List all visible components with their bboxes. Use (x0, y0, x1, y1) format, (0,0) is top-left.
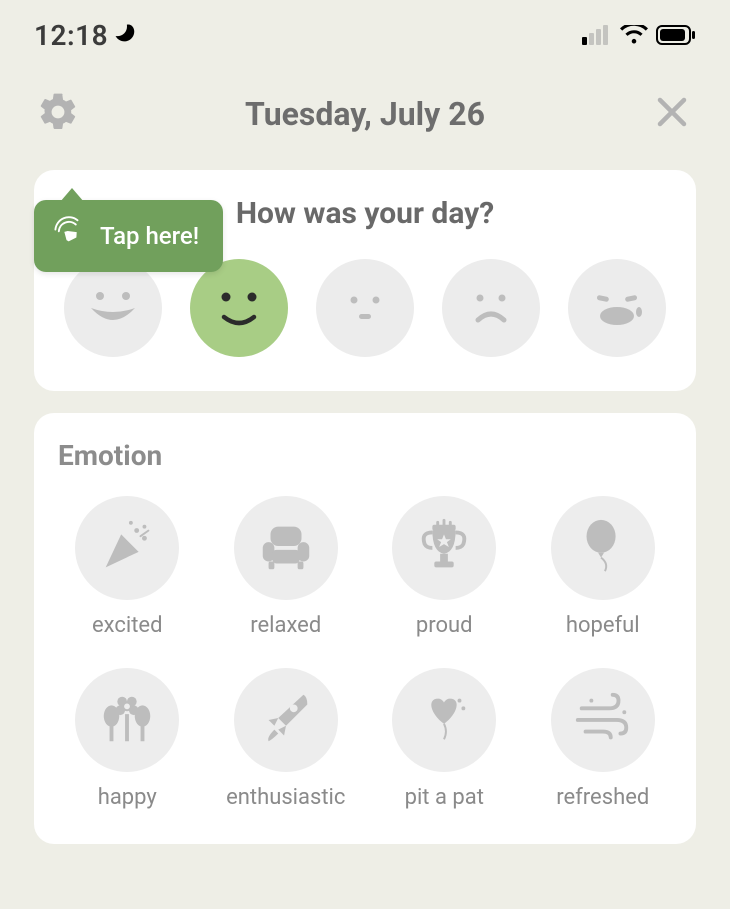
heart-balloon-icon (413, 687, 475, 753)
status-bar: 12:18 (0, 0, 730, 62)
emotion-item-hopeful[interactable]: hopeful (538, 496, 668, 638)
emotion-grid: excited relaxed (58, 496, 672, 810)
mood-row (58, 259, 672, 357)
tap-icon (52, 216, 86, 256)
emotion-label: pit a pat (405, 786, 484, 810)
flowers-icon (96, 687, 158, 753)
status-left: 12:18 (34, 19, 136, 52)
party-popper-icon (96, 515, 158, 581)
emotion-label: excited (92, 614, 163, 638)
emotion-label: proud (416, 614, 473, 638)
cellular-icon (582, 25, 612, 45)
emotion-card: Emotion excited (34, 413, 696, 844)
settings-button[interactable] (34, 90, 82, 138)
header: Tuesday, July 26 (0, 62, 730, 148)
close-icon (654, 94, 690, 134)
do-not-disturb-icon (114, 22, 136, 48)
status-time: 12:18 (34, 19, 108, 52)
emotion-label: enthusiastic (226, 786, 345, 810)
mood-option-neutral[interactable] (316, 259, 414, 357)
tooltip-text: Tap here! (100, 222, 199, 250)
emotion-label: refreshed (556, 786, 649, 810)
mood-option-great[interactable] (64, 259, 162, 357)
emotion-item-enthusiastic[interactable]: enthusiastic (221, 668, 351, 810)
wind-icon (572, 687, 634, 753)
close-button[interactable] (648, 90, 696, 138)
emotion-label: relaxed (250, 614, 321, 638)
balloon-icon (572, 515, 634, 581)
emotion-item-proud[interactable]: proud (379, 496, 509, 638)
mood-option-awful[interactable] (568, 259, 666, 357)
battery-icon (656, 25, 696, 45)
emotion-item-excited[interactable]: excited (62, 496, 192, 638)
emotion-section-title: Emotion (58, 439, 672, 472)
emotion-label: hopeful (566, 614, 640, 638)
tap-here-tooltip[interactable]: Tap here! (34, 200, 223, 272)
status-right (582, 25, 696, 45)
trophy-icon (413, 515, 475, 581)
emotion-label: happy (98, 786, 157, 810)
mood-option-bad[interactable] (442, 259, 540, 357)
emotion-item-refreshed[interactable]: refreshed (538, 668, 668, 810)
emotion-item-relaxed[interactable]: relaxed (221, 496, 351, 638)
emotion-item-happy[interactable]: happy (62, 668, 192, 810)
gear-icon (36, 90, 80, 138)
wifi-icon (620, 25, 648, 45)
mood-option-good[interactable] (190, 259, 288, 357)
emotion-item-pit-a-pat[interactable]: pit a pat (379, 668, 509, 810)
armchair-icon (255, 515, 317, 581)
rocket-icon (255, 687, 317, 753)
page-title: Tuesday, July 26 (245, 95, 485, 133)
